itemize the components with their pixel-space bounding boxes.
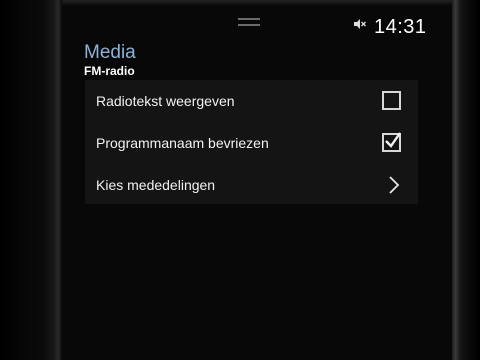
clock: 14:31 (374, 16, 427, 38)
freeze-program-name-checkbox[interactable] (382, 132, 401, 152)
left-bezel (0, 0, 62, 360)
pull-down-handle[interactable] (238, 18, 260, 26)
page-title: Media (84, 42, 136, 63)
top-bezel (62, 0, 452, 6)
checkmark-icon (385, 132, 401, 148)
setting-label: Kies mededelingen (96, 176, 216, 193)
radiotext-checkbox[interactable] (382, 91, 401, 110)
setting-label: Radiotekst weergeven (96, 92, 235, 109)
settings-list: Radiotekst weergeven Programmanaam bevri… (85, 80, 418, 204)
speaker-muted-icon[interactable] (354, 19, 366, 29)
page-subtitle: FM-radio (84, 64, 135, 78)
setting-label: Programmanaam bevriezen (96, 134, 269, 151)
right-bezel (452, 0, 480, 360)
chevron-right-icon[interactable] (388, 175, 400, 195)
setting-row-announcements[interactable]: Kies mededelingen (85, 164, 418, 205)
setting-row-freeze-program-name[interactable]: Programmanaam bevriezen (85, 122, 418, 163)
setting-row-radiotext[interactable]: Radiotekst weergeven (85, 80, 418, 121)
